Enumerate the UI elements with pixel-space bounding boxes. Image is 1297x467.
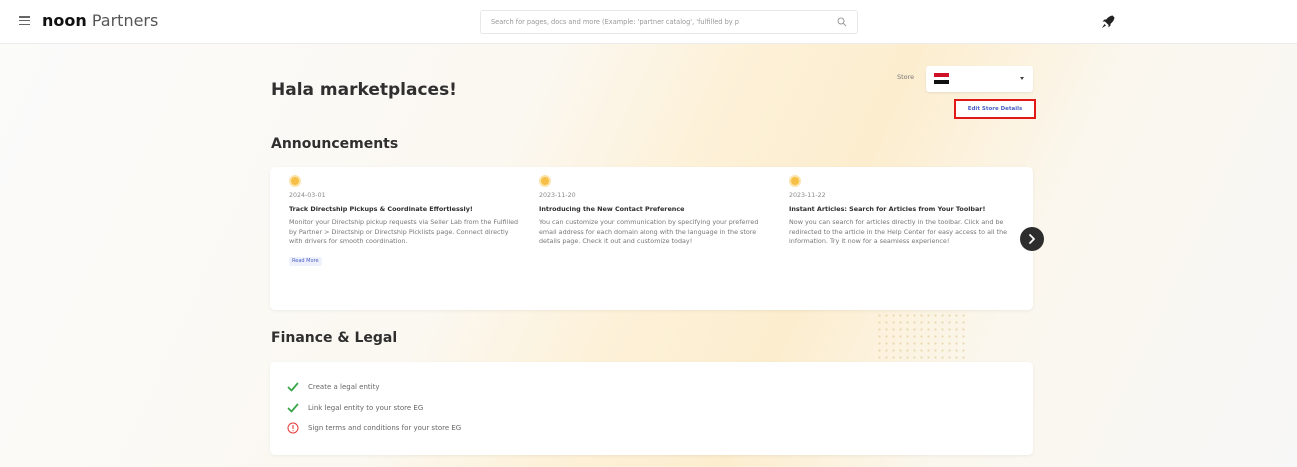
lightbulb-icon (291, 177, 299, 185)
task-item[interactable]: Link legal entity to your store EG (287, 402, 423, 414)
task-label: Link legal entity to your store EG (308, 404, 424, 412)
announcement-title: Introducing the New Contact Preference (539, 205, 685, 213)
decorative-dot-pattern (876, 312, 966, 362)
announcements-card: 2024-03-01 Track Directship Pickups & Co… (270, 167, 1033, 310)
announcement-body: Monitor your Directship pickup requests … (289, 218, 519, 245)
search-icon[interactable] (837, 17, 847, 27)
rocket-icon[interactable] (1098, 12, 1118, 32)
brand-noon: noon (42, 11, 87, 30)
page-greeting: Hala marketplaces! (271, 80, 457, 100)
lightbulb-icon (541, 177, 549, 185)
lightbulb-icon (791, 177, 799, 185)
announcement-item: 2023-11-20 Introducing the New Contact P… (539, 177, 771, 247)
top-bar: noon Partners (0, 0, 1297, 44)
announcement-item: 2024-03-01 Track Directship Pickups & Co… (289, 177, 521, 266)
chevron-down-icon (1020, 77, 1024, 80)
check-icon (287, 403, 299, 413)
announcement-date: 2023-11-20 (539, 192, 576, 199)
hamburger-menu-icon[interactable] (19, 16, 30, 25)
announcement-body: You can customize your communication by … (539, 218, 759, 245)
alert-circle-icon (287, 422, 299, 434)
task-item[interactable]: Create a legal entity (287, 381, 379, 393)
announcement-date: 2024-03-01 (289, 192, 326, 199)
edit-store-details-button[interactable]: Edit Store Details (954, 99, 1036, 119)
task-label: Create a legal entity (308, 383, 380, 391)
chevron-right-icon (1029, 234, 1035, 244)
next-announcement-button[interactable] (1020, 227, 1044, 251)
announcement-body: Now you can search for articles directly… (789, 218, 1008, 245)
announcement-item: 2023-11-22 Instant Articles: Search for … (789, 177, 1021, 247)
announcement-title: Track Directship Pickups & Coordinate Ef… (289, 205, 473, 213)
announcement-date: 2023-11-22 (789, 192, 826, 199)
task-item[interactable]: Sign terms and conditions for your store… (287, 422, 461, 434)
search-box (480, 10, 858, 34)
search-input[interactable] (481, 11, 833, 33)
finance-legal-heading: Finance & Legal (271, 330, 398, 346)
task-label: Sign terms and conditions for your store… (308, 424, 462, 432)
egypt-flag-icon (934, 73, 949, 84)
check-icon (287, 382, 299, 392)
brand-logo[interactable]: noon Partners (42, 10, 158, 32)
store-select[interactable] (926, 66, 1033, 92)
read-more-button[interactable]: Read More (289, 256, 322, 266)
announcement-title: Instant Articles: Search for Articles fr… (789, 205, 986, 213)
brand-partners: Partners (91, 11, 159, 30)
store-label: Store (897, 73, 915, 81)
announcements-heading: Announcements (271, 136, 399, 152)
